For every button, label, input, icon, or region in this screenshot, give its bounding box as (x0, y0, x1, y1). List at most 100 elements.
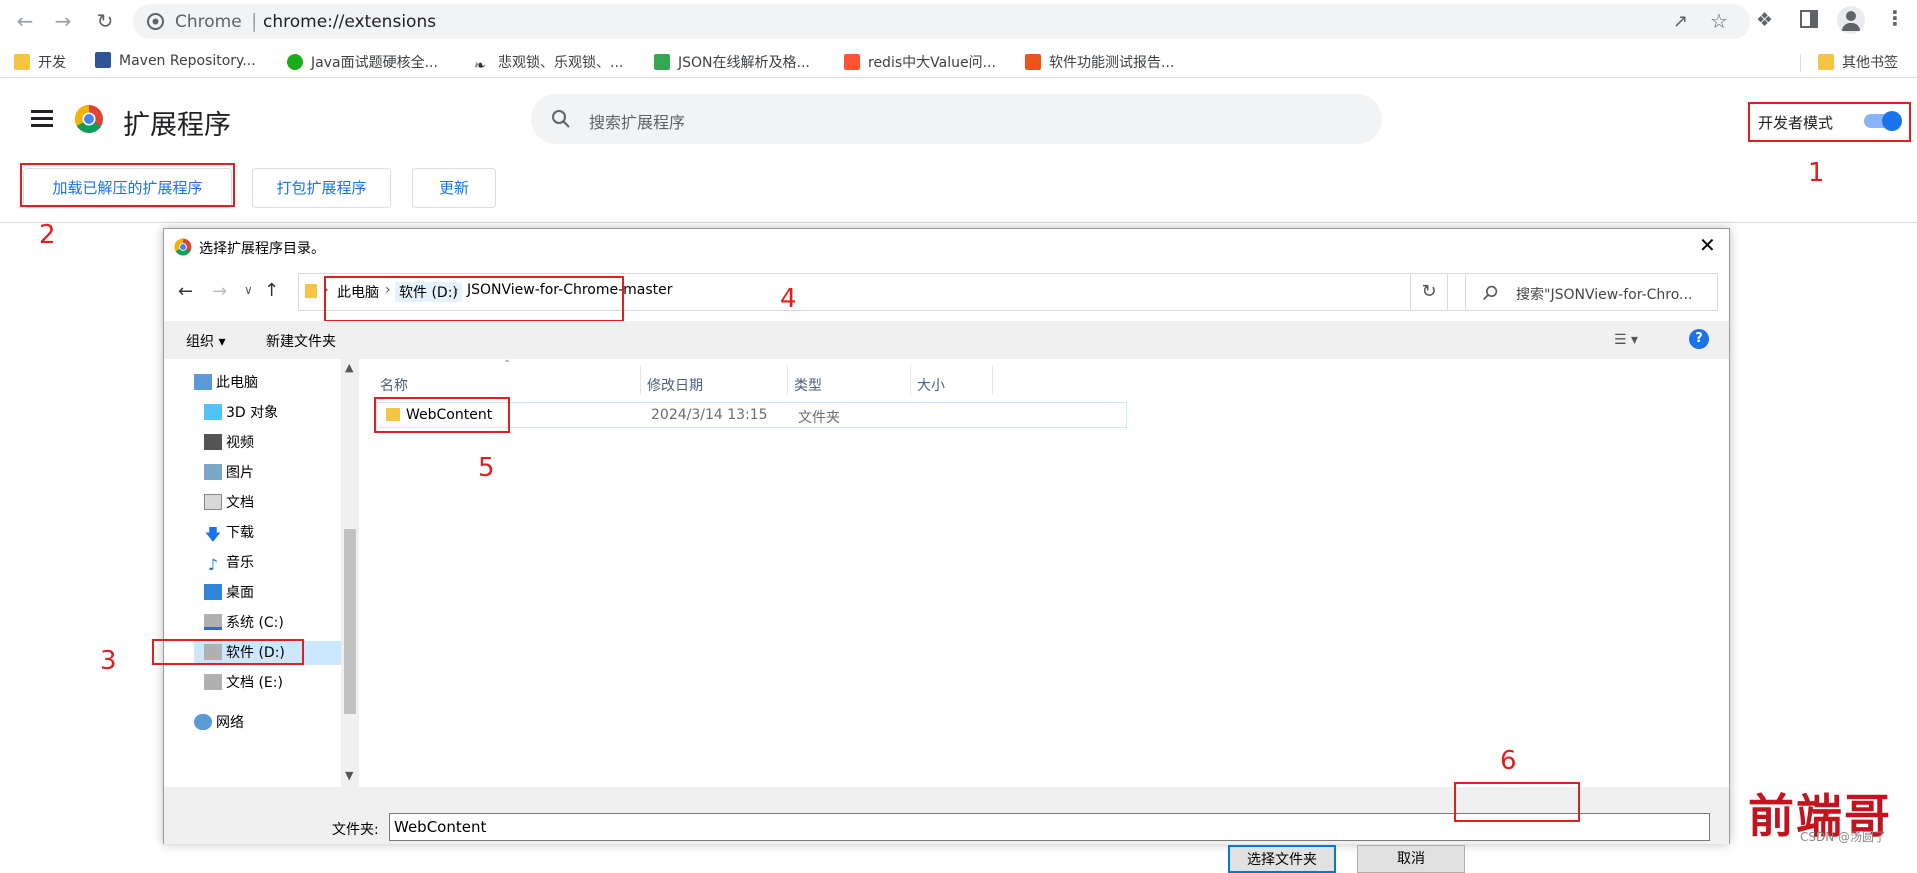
url-separator: | (251, 10, 258, 32)
navigation-pane: 此电脑 3D 对象 视频 图片 文档 🡇 下载 ♪ 音乐 桌面 系统 (C:) 软件… (164, 359, 359, 787)
nav-item[interactable]: 🡇 下载 (204, 521, 254, 545)
annotation-number-1: 1 (1808, 158, 1825, 188)
nav-label: 图片 (226, 465, 254, 481)
reload-icon[interactable]: ↻ (92, 8, 118, 34)
s-icon (1025, 54, 1041, 70)
video-icon (204, 434, 222, 450)
organize-menu[interactable]: 组织 ▾ (186, 331, 225, 351)
annotation-box-6 (1454, 782, 1580, 822)
select-folder-dialog: 选择扩展程序目录。 ✕ ← → ∨ ↑ › 此电脑 › 软件 (D:) › JS… (152, 228, 1730, 873)
bookmark-item[interactable]: ❧ 悲观锁、乐观锁、... (474, 52, 623, 74)
music-icon: ♪ (207, 555, 219, 574)
nav-item[interactable]: 3D 对象 (204, 401, 278, 425)
column-modified[interactable]: 修改日期 (647, 375, 703, 395)
file-list: ⌃ 名称 修改日期 类型 大小 WebContent 2024/3/14 13:… (360, 359, 1730, 787)
column-size[interactable]: 大小 (917, 375, 945, 395)
annotation-number-5: 5 (478, 453, 495, 483)
bookmark-item[interactable]: 开发 (14, 52, 66, 72)
hamburger-menu-icon[interactable] (31, 110, 53, 128)
chrome-dialog-icon (174, 238, 192, 256)
extensions-puzzle-icon[interactable]: ❖ (1756, 9, 1773, 31)
recent-locations-icon[interactable]: ∨ (244, 283, 253, 297)
nav-item[interactable]: 文档 (204, 491, 254, 515)
search-icon (1483, 285, 1498, 300)
chrome-site-icon (147, 13, 164, 30)
nav-label: 网络 (216, 715, 244, 731)
scroll-down-icon[interactable]: ▼ (345, 769, 353, 782)
bookmark-label: Maven Repository... (119, 53, 256, 69)
nav-item[interactable]: 图片 (204, 461, 254, 485)
folder-search-input[interactable]: 搜索"JSONView-for-Chro... (1465, 273, 1718, 311)
drive-c-icon (204, 614, 222, 630)
back-arrow-icon[interactable]: ← (178, 281, 193, 302)
chrome-logo-icon (75, 105, 103, 133)
new-folder-button[interactable]: 新建文件夹 (266, 331, 336, 351)
profile-avatar-icon[interactable] (1837, 6, 1865, 34)
scroll-thumb[interactable] (344, 529, 356, 714)
help-icon[interactable]: ? (1689, 329, 1709, 349)
url-text[interactable]: chrome://extensions (263, 12, 436, 32)
folder-icon (14, 54, 30, 70)
forward-arrow-icon[interactable]: → (212, 281, 227, 302)
pack-extension-button[interactable]: 打包扩展程序 (252, 168, 391, 208)
bookmark-item[interactable]: Maven Repository... (95, 52, 256, 69)
other-bookmarks-label: 其他书签 (1842, 55, 1898, 71)
nav-item[interactable]: 此电脑 (194, 371, 258, 395)
nav-item[interactable]: 桌面 (204, 581, 254, 605)
nav-item[interactable]: 文档 (E:) (204, 671, 283, 695)
bookmark-divider (1800, 54, 1801, 72)
forward-icon[interactable]: → (50, 8, 76, 34)
nav-scrollbar[interactable]: ▲ ▼ (341, 359, 359, 787)
nav-label: 文档 (226, 495, 254, 511)
dialog-title: 选择扩展程序目录。 (199, 241, 325, 257)
address-bar[interactable]: Chrome | chrome://extensions ↗ ☆ (133, 4, 1750, 39)
maven-icon (95, 52, 111, 68)
column-type[interactable]: 类型 (794, 375, 822, 395)
bookmark-item[interactable]: redis中大Value问... (844, 52, 996, 72)
nav-item[interactable]: 视频 (204, 431, 254, 455)
nav-label: 3D 对象 (226, 405, 279, 421)
bookmark-label: 开发 (38, 55, 66, 71)
network-icon (194, 714, 212, 730)
bookmark-item[interactable]: 软件功能测试报告... (1025, 52, 1174, 72)
up-arrow-icon[interactable]: ↑ (264, 280, 279, 301)
nav-item[interactable]: 系统 (C:) (204, 611, 284, 635)
sort-indicator-icon: ⌃ (503, 359, 512, 370)
nav-item[interactable]: ♪ 音乐 (204, 551, 254, 575)
bookmark-item[interactable]: JSON在线解析及格... (654, 52, 810, 72)
nav-item[interactable]: 网络 (194, 711, 244, 735)
bookmark-label: 软件功能测试报告... (1049, 55, 1175, 71)
view-options-icon[interactable]: ☰ ▾ (1614, 332, 1638, 348)
annotation-box-3 (152, 639, 304, 665)
bookmark-item[interactable]: Java面试题硬核全... (287, 52, 438, 72)
back-icon[interactable]: ← (12, 8, 38, 34)
refresh-icon[interactable]: ↻ (1410, 273, 1448, 311)
scroll-up-icon[interactable]: ▲ (345, 361, 353, 374)
annotation-number-3: 3 (100, 646, 117, 676)
cancel-button[interactable]: 取消 (1357, 845, 1465, 873)
feather-icon: ❧ (474, 58, 490, 74)
pc-icon (194, 374, 212, 390)
browser-toolbar: ← → ↻ Chrome | chrome://extensions ↗ ☆ ❖… (0, 0, 1917, 42)
nav-label: 文档 (E:) (226, 675, 283, 691)
menu-kebab-icon[interactable]: ⋮ (1885, 6, 1905, 30)
nav-label: 此电脑 (216, 375, 258, 391)
page-title: 扩展程序 (123, 110, 231, 141)
side-panel-icon[interactable] (1800, 10, 1818, 28)
extension-search-input[interactable]: 搜索扩展程序 (531, 94, 1382, 144)
document-icon (204, 494, 222, 510)
column-name[interactable]: 名称 (380, 375, 408, 395)
folder-icon (305, 284, 317, 298)
folder-label: 文件夹: (332, 822, 379, 838)
other-bookmarks[interactable]: 其他书签 (1818, 52, 1898, 72)
bookmark-label: redis中大Value问... (868, 55, 996, 71)
close-icon[interactable]: ✕ (1699, 233, 1716, 257)
update-button[interactable]: 更新 (412, 168, 496, 208)
bookmark-label: JSON在线解析及格... (678, 55, 810, 71)
share-icon[interactable]: ↗ (1673, 11, 1688, 32)
bookmark-star-icon[interactable]: ☆ (1710, 9, 1728, 33)
annotation-box-1 (1748, 102, 1911, 142)
site-label: Chrome (175, 12, 242, 32)
select-folder-button[interactable]: 选择文件夹 (1228, 845, 1336, 873)
annotation-number-6: 6 (1500, 746, 1517, 776)
